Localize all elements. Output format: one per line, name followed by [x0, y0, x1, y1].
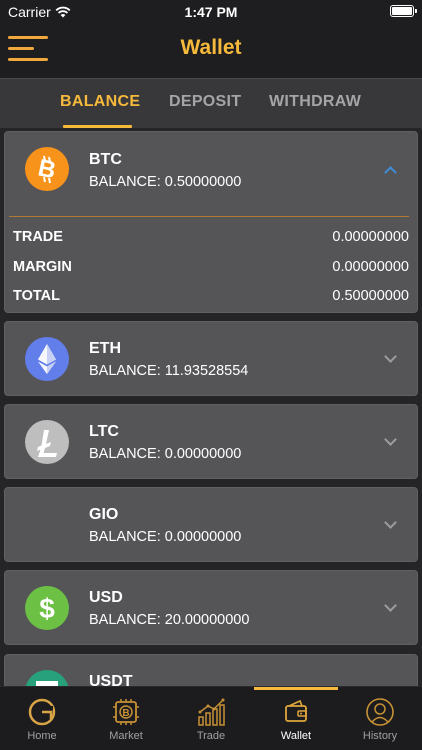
- tab-trade[interactable]: Trade: [169, 687, 253, 750]
- detail-label: TOTAL: [13, 288, 60, 304]
- coin-balance: BALANCE: 0.00000000: [89, 446, 242, 462]
- trade-icon: [198, 698, 225, 726]
- litecoin-icon: [25, 420, 69, 464]
- coin-symbol: USDT: [89, 673, 133, 686]
- tab-label: Trade: [196, 730, 226, 742]
- detail-value: 0.00000000: [332, 229, 409, 245]
- coin-list: B BTC BALANCE: 0.50000000 TRADE 0.000000…: [0, 128, 422, 686]
- coin-balance: BALANCE: 0.50000000: [89, 174, 242, 190]
- coin-symbol: LTC: [89, 423, 119, 440]
- ethereum-icon: [25, 337, 69, 381]
- coin-card-gio[interactable]: GIO BALANCE: 0.00000000: [4, 487, 418, 562]
- detail-label: MARGIN: [13, 259, 72, 275]
- status-time: 1:47 PM: [184, 4, 238, 20]
- detail-value: 0.50000000: [332, 288, 409, 304]
- svg-text:$: $: [39, 593, 55, 624]
- svg-text:B: B: [36, 154, 59, 184]
- coin-card-usdt[interactable]: USDT: [4, 654, 418, 686]
- coin-symbol: USD: [89, 589, 123, 606]
- chevron-down-icon[interactable]: [384, 599, 397, 612]
- chevron-down-icon[interactable]: [384, 516, 397, 529]
- coin-card-eth[interactable]: ETH BALANCE: 11.93528554: [4, 321, 418, 396]
- chevron-up-icon[interactable]: [384, 166, 397, 179]
- svg-text:B: B: [122, 708, 129, 719]
- tab-balance[interactable]: BALANCE: [60, 93, 140, 111]
- coin-balance: BALANCE: 11.93528554: [89, 363, 249, 379]
- market-icon: B: [113, 699, 139, 725]
- status-bar: Carrier 1:47 PM: [0, 0, 422, 24]
- detail-label: TRADE: [13, 229, 63, 245]
- wallet-icon: [285, 699, 307, 722]
- battery-icon: [390, 5, 417, 17]
- coin-card-ltc[interactable]: LTC BALANCE: 0.00000000: [4, 404, 418, 479]
- tab-label: Wallet: [280, 730, 312, 742]
- chevron-down-icon[interactable]: [384, 433, 397, 446]
- tab-history[interactable]: History: [338, 687, 422, 750]
- coin-symbol: ETH: [89, 340, 121, 357]
- nav-bar: Wallet: [0, 24, 422, 78]
- detail-row-trade: TRADE 0.00000000: [13, 229, 409, 245]
- coin-balance: BALANCE: 20.00000000: [89, 612, 250, 628]
- bitcoin-icon: B: [25, 147, 69, 191]
- tab-label: History: [362, 730, 398, 742]
- coin-symbol: GIO: [89, 506, 119, 523]
- detail-row-margin: MARGIN 0.00000000: [13, 259, 409, 275]
- tab-deposit[interactable]: DEPOSIT: [169, 93, 241, 111]
- tab-wallet[interactable]: Wallet: [254, 687, 338, 750]
- tab-market[interactable]: B Market: [84, 687, 168, 750]
- chevron-down-icon[interactable]: [384, 350, 397, 363]
- history-icon: [366, 698, 394, 726]
- coin-symbol: BTC: [89, 151, 122, 168]
- tab-label: Home: [27, 730, 57, 742]
- tab-label: Market: [109, 730, 143, 742]
- tether-icon: [25, 670, 69, 686]
- coin-balance: BALANCE: 0.00000000: [89, 529, 242, 545]
- divider: [9, 216, 409, 217]
- home-icon: [28, 698, 56, 726]
- coin-card-btc[interactable]: B BTC BALANCE: 0.50000000 TRADE 0.000000…: [4, 131, 418, 313]
- coin-card-usd[interactable]: $ USD BALANCE: 20.00000000: [4, 570, 418, 645]
- wallet-tabs: BALANCE DEPOSIT WITHDRAW: [0, 78, 422, 128]
- dollar-icon: $: [25, 586, 69, 630]
- tab-withdraw[interactable]: WITHDRAW: [269, 93, 361, 111]
- page-title: Wallet: [180, 36, 242, 59]
- bottom-tab-bar: Home B Market Trade Wallet History: [0, 686, 422, 750]
- detail-row-total: TOTAL 0.50000000: [13, 288, 409, 304]
- detail-value: 0.00000000: [332, 259, 409, 275]
- tab-home[interactable]: Home: [0, 687, 84, 750]
